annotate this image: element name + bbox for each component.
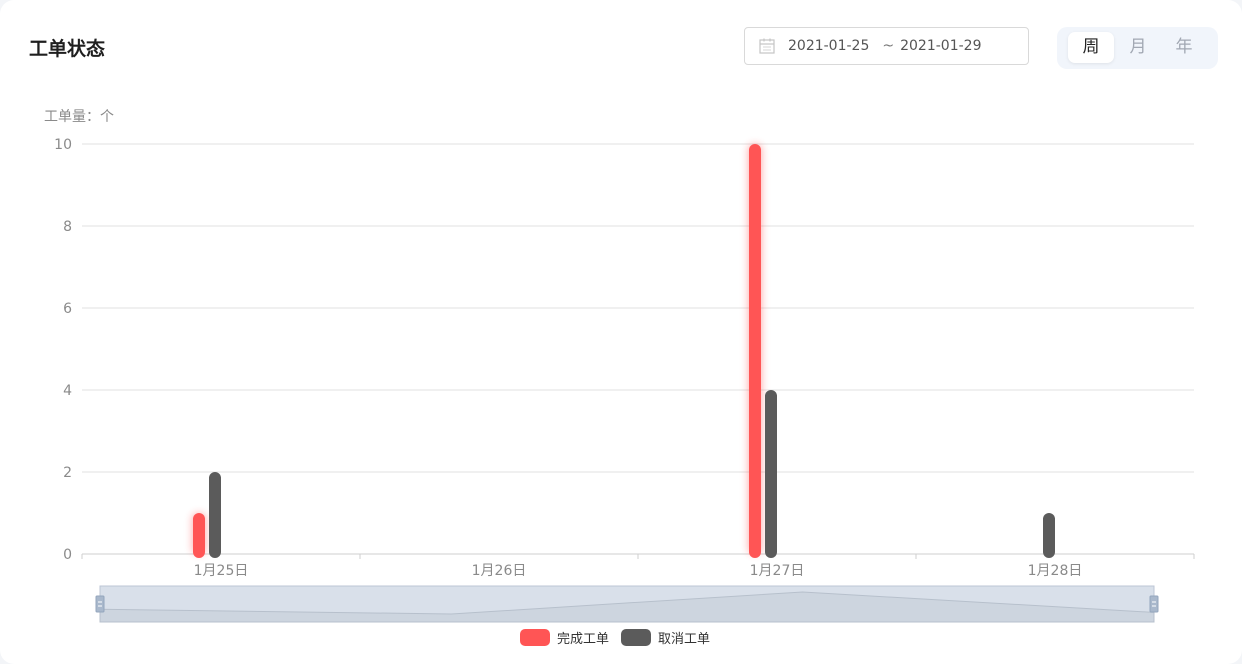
x-tick-label: 1月27日 xyxy=(750,563,805,579)
bar-cancelled xyxy=(1043,513,1055,558)
legend-swatch xyxy=(520,629,550,646)
zoom-handle-right xyxy=(1149,595,1159,613)
y-tick-label: 0 xyxy=(63,547,72,563)
y-tick-label: 8 xyxy=(63,219,72,235)
bar-chart: 工单量：个 0 2 4 6 8 10 1月25日 1月26日 1月27日 1月28日 xyxy=(44,109,1195,623)
x-tick-label: 1月26日 xyxy=(472,563,527,579)
y-tick-label: 4 xyxy=(63,383,72,399)
legend-label: 取消工单 xyxy=(658,632,711,647)
chart-legend: 完成工单 取消工单 xyxy=(520,628,722,647)
legend-swatch xyxy=(621,629,652,646)
y-tick-label: 10 xyxy=(54,137,72,153)
legend-item[interactable]: 取消工单 xyxy=(621,628,710,647)
legend-item[interactable]: 完成工单 xyxy=(520,628,609,647)
y-tick-label: 6 xyxy=(63,301,72,317)
x-tick-label: 1月25日 xyxy=(194,563,249,579)
x-tick-label: 1月28日 xyxy=(1028,563,1083,579)
y-axis-label: 工单量：个 xyxy=(44,109,114,125)
zoom-handle-left xyxy=(95,595,105,613)
y-tick-label: 2 xyxy=(63,465,72,481)
bar-cancelled xyxy=(765,390,777,558)
legend-label: 完成工单 xyxy=(557,632,610,647)
work-order-status-card: 工单状态 2021-01-25 ~ 2021-01-29 周 月 年 工单量：个… xyxy=(0,0,1242,664)
bar-completed xyxy=(749,144,761,558)
bar-cancelled xyxy=(209,472,221,558)
bar-completed xyxy=(193,513,205,558)
